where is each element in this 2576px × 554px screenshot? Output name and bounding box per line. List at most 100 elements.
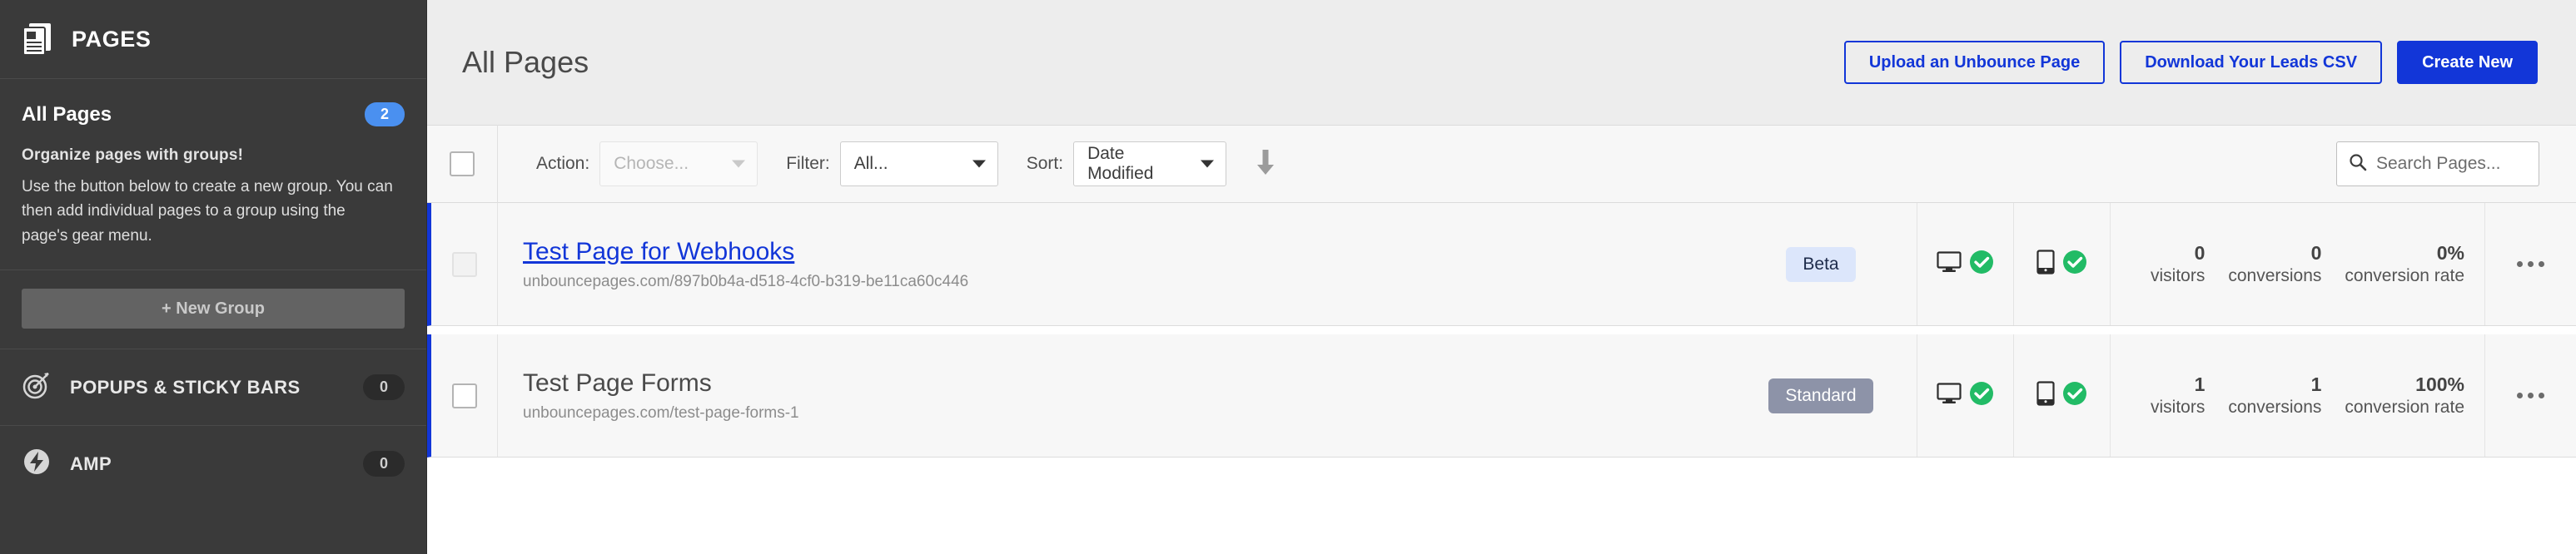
app-root: PAGES All Pages 2 Organize pages with gr… [0, 0, 2576, 554]
sidebar-item-label: POPUPS & STICKY BARS [70, 376, 301, 398]
conversions-stat: 1 conversions [2216, 373, 2333, 418]
pages-list: Test Page for Webhooks unbouncepages.com… [427, 203, 2576, 554]
mobile-phone-icon [2036, 250, 2055, 279]
visitors-value: 0 [2194, 242, 2206, 264]
ellipsis-icon [2517, 261, 2544, 267]
published-check-icon [2062, 381, 2087, 410]
create-new-button[interactable]: Create New [2397, 41, 2538, 84]
chevron-down-icon [1201, 160, 1215, 168]
published-check-icon [1969, 250, 1994, 279]
row-badge-cell: Standard [1725, 334, 1917, 457]
main-content: All Pages Upload an Unbounce Page Downlo… [427, 0, 2576, 554]
visitors-stat: 1 visitors [2139, 373, 2216, 418]
mobile-status-cell [2013, 203, 2110, 325]
upload-unbounce-page-button[interactable]: Upload an Unbounce Page [1843, 41, 2106, 84]
status-badge: Beta [1786, 246, 1856, 282]
row-checkbox[interactable] [451, 383, 477, 408]
search-box[interactable] [2336, 141, 2539, 186]
main-header: All Pages Upload an Unbounce Page Downlo… [427, 0, 2576, 125]
sidebar-item-count-badge: 0 [363, 374, 405, 401]
pages-document-icon [22, 22, 53, 56]
lightning-bolt-icon [22, 447, 52, 481]
conversions-stat: 0 conversions [2216, 241, 2333, 287]
sidebar-item-count-badge: 0 [363, 451, 405, 477]
row-badge-cell: Beta [1725, 203, 1917, 325]
select-all-checkbox[interactable] [450, 151, 475, 176]
ellipsis-icon [2517, 393, 2544, 398]
page-title-link[interactable]: Test Page for Webhooks [523, 238, 794, 266]
search-wrapper [2336, 141, 2539, 186]
sidebar-item-popups-sticky-bars[interactable]: POPUPS & STICKY BARS 0 [0, 349, 426, 425]
conversion-rate-stat: 0% conversion rate [2333, 241, 2476, 287]
action-select-value: Choose... [614, 154, 689, 173]
desktop-monitor-icon [1937, 251, 1962, 277]
visitors-stat: 0 visitors [2139, 241, 2216, 287]
select-all-cell [427, 125, 498, 203]
desktop-status-cell [1917, 203, 2013, 325]
action-select[interactable]: Choose... [599, 141, 758, 186]
conversions-value: 0 [2310, 242, 2322, 264]
search-input[interactable] [2376, 154, 2527, 174]
filter-select-value: All... [853, 154, 888, 173]
conversions-label: conversions [2228, 397, 2322, 417]
visitors-label: visitors [2151, 265, 2206, 285]
new-group-wrapper: + New Group [0, 270, 426, 349]
row-stats-cell: 1 visitors 1 conversions 100% conversion… [2110, 334, 2484, 457]
toolbar-controls: Action: Choose... Filter: All... Sort: D… [498, 141, 2576, 186]
row-select-cell [431, 334, 498, 457]
target-icon [22, 370, 52, 404]
page-title: All Pages [462, 45, 589, 79]
chevron-down-icon [732, 160, 746, 168]
chevron-down-icon [972, 160, 986, 168]
conversion-rate-value: 100% [2415, 373, 2464, 395]
row-title-cell: Test Page for Webhooks unbouncepages.com… [498, 203, 1725, 325]
new-group-button[interactable]: + New Group [22, 289, 405, 329]
desktop-monitor-icon [1937, 383, 1962, 408]
page-title-text[interactable]: Test Page Forms [523, 369, 712, 398]
row-title-cell: Test Page Forms unbouncepages.com/test-p… [498, 334, 1725, 457]
sort-label: Sort: [1026, 154, 1064, 173]
sidebar: PAGES All Pages 2 Organize pages with gr… [0, 0, 427, 554]
search-icon [2349, 153, 2367, 176]
sidebar-header: PAGES [0, 0, 426, 79]
conversions-value: 1 [2310, 373, 2322, 395]
list-toolbar: Action: Choose... Filter: All... Sort: D… [427, 125, 2576, 203]
row-more-menu-button[interactable] [2484, 203, 2576, 325]
table-row[interactable]: Test Page for Webhooks unbouncepages.com… [427, 203, 2576, 326]
download-leads-csv-button[interactable]: Download Your Leads CSV [2120, 41, 2383, 84]
sidebar-title: PAGES [72, 26, 152, 52]
table-row[interactable]: Test Page Forms unbouncepages.com/test-p… [427, 334, 2576, 458]
mobile-phone-icon [2036, 381, 2055, 410]
desktop-status-cell [1917, 334, 2013, 457]
sidebar-item-amp[interactable]: AMP 0 [0, 425, 426, 502]
row-stats-cell: 0 visitors 0 conversions 0% conversion r… [2110, 203, 2484, 325]
page-url: unbouncepages.com/test-page-forms-1 [523, 403, 799, 422]
row-select-cell [431, 203, 498, 325]
mobile-status-cell [2013, 334, 2110, 457]
promo-body: Use the button below to create a new gro… [22, 178, 393, 245]
sidebar-item-content: AMP [22, 447, 112, 481]
sort-direction-arrow-down-icon[interactable] [1255, 148, 1276, 181]
all-pages-count-badge: 2 [365, 102, 405, 126]
conversion-rate-stat: 100% conversion rate [2333, 373, 2476, 418]
conversion-rate-label: conversion rate [2345, 397, 2464, 417]
status-badge: Standard [1768, 378, 1873, 413]
sidebar-item-label: AMP [70, 453, 112, 474]
visitors-label: visitors [2151, 397, 2206, 417]
published-check-icon [1969, 381, 1994, 410]
visitors-value: 1 [2194, 373, 2206, 395]
all-pages-label: All Pages [22, 102, 112, 126]
page-url: unbouncepages.com/897b0b4a-d518-4cf0-b31… [523, 272, 969, 290]
conversion-rate-label: conversion rate [2345, 265, 2464, 285]
row-checkbox[interactable] [451, 251, 477, 277]
promo-title: Organize pages with groups! [22, 146, 244, 164]
filter-select[interactable]: All... [839, 141, 998, 186]
published-check-icon [2062, 250, 2087, 279]
sort-select[interactable]: Date Modified [1073, 141, 1227, 186]
conversion-rate-value: 0% [2436, 242, 2464, 264]
action-label: Action: [536, 154, 590, 173]
row-more-menu-button[interactable] [2484, 334, 2576, 457]
header-actions: Upload an Unbounce Page Download Your Le… [1843, 41, 2538, 84]
sidebar-item-all-pages[interactable]: All Pages 2 [0, 79, 426, 135]
row-spacer [427, 326, 2576, 334]
